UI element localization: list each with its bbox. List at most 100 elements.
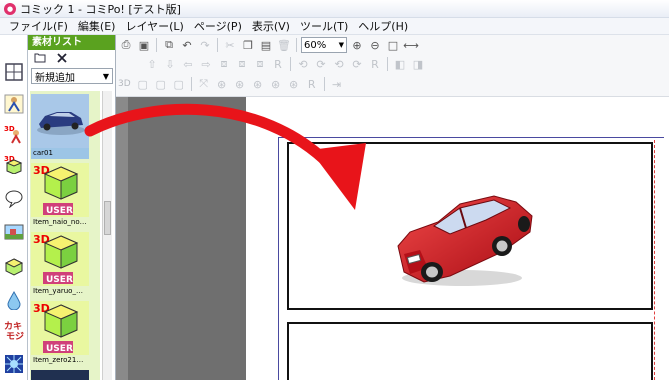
effect-button[interactable] [3, 289, 25, 311]
reset-rotation-button[interactable]: R [367, 56, 383, 72]
trash-icon: 🗑 [277, 38, 291, 52]
layer-button-1[interactable]: ⧈ [216, 56, 232, 72]
toolbar-row-3: 3D ▢ ▢ ▢ ⤧ ⊛ ⊛ ⊛ ⊛ ⊛ R ⇥ [118, 75, 345, 93]
3d-item-button[interactable]: 3D [3, 153, 25, 175]
speech-balloon-button[interactable] [3, 187, 25, 209]
3d-tilt-button-1[interactable]: ⊛ [214, 76, 230, 92]
material-list-panel: 素材リスト 新規追加 ▼ car01 3D USER Item_naio_no…… [28, 35, 116, 380]
rotate-icon: ⟳ [316, 57, 326, 71]
flip-icon: ◧ [394, 57, 406, 71]
cut-button[interactable]: ✂ [222, 37, 238, 53]
material-item-car01[interactable]: car01 [31, 94, 89, 160]
item-button[interactable] [3, 255, 25, 277]
svg-text:USER: USER [46, 206, 73, 216]
3d-side-view-button[interactable]: ▢ [153, 76, 169, 92]
thumbnail-scrollbar[interactable] [102, 91, 112, 380]
zoom-value: 60% [304, 39, 327, 51]
3d-tilt-button-4[interactable]: ⊛ [268, 76, 284, 92]
3d-tilt-button-3[interactable]: ⊛ [250, 76, 266, 92]
fit-page-button[interactable]: □ [385, 37, 401, 53]
character-pose-button[interactable] [3, 93, 25, 115]
flip-button[interactable]: ◧ [392, 56, 408, 72]
burst-lines-icon [5, 355, 23, 373]
zoom-out-button[interactable]: ⊖ [367, 37, 383, 53]
comic-panel-2[interactable] [287, 322, 653, 380]
category-selected-value: 新規追加 [35, 72, 75, 84]
material-item-user-1[interactable]: 3D USER Item_naio_no… [31, 163, 89, 229]
zoom-dropdown[interactable]: 60% ▼ [301, 37, 347, 53]
export-button[interactable]: ⧉ [161, 37, 177, 53]
effect-lines-button[interactable] [3, 353, 25, 375]
menu-page[interactable]: ページ(P) [189, 18, 247, 34]
move-left-button[interactable]: ⇦ [180, 56, 196, 72]
menu-file[interactable]: ファイル(F) [4, 18, 73, 34]
menu-tools[interactable]: ツール(T) [295, 18, 353, 34]
workspace-margin [116, 97, 246, 380]
print-button[interactable]: ⎙ [118, 37, 134, 53]
material-item-user-3[interactable]: 3D USER Item_zero21… [31, 301, 89, 367]
menu-view[interactable]: 表示(V) [247, 18, 295, 34]
layer-button-2[interactable]: ⧈ [234, 56, 250, 72]
rotate-3d-button-2[interactable]: ⟳ [349, 56, 365, 72]
rotate-icon: ⟳ [352, 57, 362, 71]
view-icon: ▢ [173, 77, 184, 91]
3d-tilt-button-5[interactable]: ⊛ [286, 76, 302, 92]
3d-character-button[interactable]: 3D [3, 123, 25, 145]
material-thumbnail-list: car01 3D USER Item_naio_no… 3D USER Item… [30, 91, 100, 380]
arrow-up-icon: ⇧ [147, 57, 157, 71]
paste-button[interactable]: ▤ [258, 37, 274, 53]
toolbar-divider [323, 77, 325, 91]
car-thumbnail-icon [37, 112, 85, 135]
reset-r-icon: R [307, 77, 316, 91]
car-thumbnail [31, 94, 89, 148]
toolbar-divider [217, 38, 218, 52]
3d-reset-button[interactable]: R [304, 76, 320, 92]
delete-x-icon[interactable] [56, 52, 68, 64]
move-down-button[interactable]: ⇩ [162, 56, 178, 72]
tilt-icon: ⊛ [271, 77, 281, 91]
material-tools [28, 50, 115, 66]
rotate-right-button[interactable]: ⟳ [313, 56, 329, 72]
background-button[interactable] [3, 221, 25, 243]
fit-width-button[interactable]: ⟷ [403, 37, 419, 53]
menu-edit[interactable]: 編集(E) [73, 18, 121, 34]
handwritten-text-button[interactable]: カキ モジ [3, 319, 27, 341]
toolbar-divider [387, 57, 388, 71]
arrow-down-icon: ⇩ [165, 57, 175, 71]
3d-expand-button[interactable]: ⤧ [196, 76, 212, 92]
3d-front-view-button[interactable]: ▢ [135, 76, 151, 92]
menu-layer[interactable]: レイヤー(L) [120, 18, 188, 34]
3d-tilt-button-2[interactable]: ⊛ [232, 76, 248, 92]
zoom-in-icon: ⊕ [352, 38, 362, 52]
move-right-button[interactable]: ⇨ [198, 56, 214, 72]
material-item-user-2[interactable]: 3D USER Item_yaruo_… [31, 232, 89, 298]
menu-help[interactable]: ヘルプ(H) [353, 18, 413, 34]
layout-grid-button[interactable] [3, 61, 25, 83]
svg-text:モジ: モジ [6, 331, 24, 341]
reset-r-icon: R [371, 57, 379, 71]
folder-icon[interactable] [34, 52, 46, 64]
rotate-3d-button[interactable]: ⟲ [331, 56, 347, 72]
move-up-button[interactable]: ⇧ [144, 56, 160, 72]
layer-icon: ⧈ [256, 57, 264, 70]
scrollbar-grip[interactable] [104, 201, 111, 235]
red-car-3d-object[interactable] [390, 182, 540, 294]
delete-button[interactable]: 🗑 [276, 37, 292, 53]
redo-icon: ↷ [200, 38, 210, 52]
layer-button-3[interactable]: ⧈ [252, 56, 268, 72]
reset-button[interactable]: R [270, 56, 286, 72]
main-toolbar: ⎙ ▣ ⧉ ↶ ↷ ✂ ❐ ▤ 🗑 60% ▼ ⊕ ⊖ □ ⟷ ⇧ ⇩ ⇦ ⇨ [116, 35, 669, 97]
view-icon: ▢ [155, 77, 166, 91]
menu-bar: ファイル(F) 編集(E) レイヤー(L) ページ(P) 表示(V) ツール(T… [0, 18, 669, 35]
svg-text:USER: USER [46, 344, 73, 354]
redo-button[interactable]: ↷ [197, 37, 213, 53]
undo-button[interactable]: ↶ [179, 37, 195, 53]
copy-button[interactable]: ❐ [240, 37, 256, 53]
zoom-in-button[interactable]: ⊕ [349, 37, 365, 53]
flip-button-2[interactable]: ◨ [410, 56, 426, 72]
rotate-left-button[interactable]: ⟲ [295, 56, 311, 72]
save-button[interactable]: ▣ [136, 37, 152, 53]
3d-top-view-button[interactable]: ▢ [171, 76, 187, 92]
3d-more-button[interactable]: ⇥ [329, 76, 345, 92]
category-dropdown[interactable]: 新規追加 ▼ [31, 68, 113, 84]
